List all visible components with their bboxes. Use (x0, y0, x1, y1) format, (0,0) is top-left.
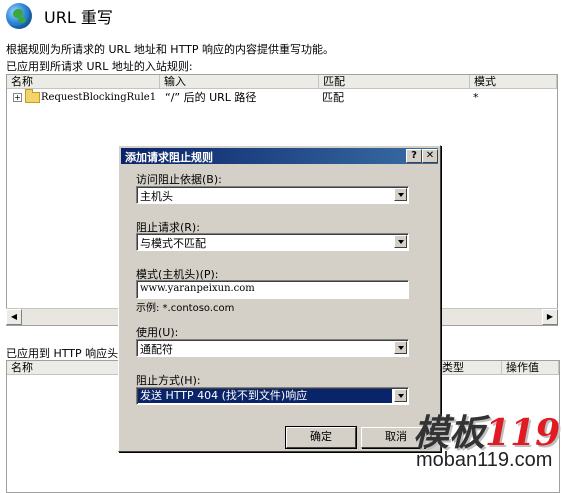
page-description: 根据规则为所请求的 URL 地址和 HTTP 响应的内容提供重写功能。 (6, 43, 334, 56)
pattern-example: 示例: *.contoso.com (136, 303, 235, 314)
chevron-down-icon[interactable] (394, 235, 407, 248)
folder-icon (25, 89, 40, 103)
how-to-block-label: 阻止方式(H): (136, 374, 201, 387)
column-header-name[interactable]: 名称 (7, 75, 160, 89)
using-dropdown[interactable]: 通配符 (136, 339, 409, 357)
ok-button[interactable]: 确定 (285, 426, 357, 449)
dialog-titlebar[interactable]: 添加请求阻止规则 ? ✕ (121, 148, 438, 164)
access-block-by-dropdown[interactable]: 主机头 (136, 186, 409, 204)
watermark-logo-number: 119 (485, 412, 561, 454)
chevron-down-icon[interactable] (394, 188, 407, 201)
column-header-match[interactable]: 匹配 (319, 75, 470, 89)
inbound-rules-label: 已应用到所请求 URL 地址的入站规则: (6, 60, 193, 73)
block-request-value: 与模式不匹配 (140, 237, 206, 250)
expand-icon[interactable]: + (13, 93, 22, 102)
page-title: URL 重写 (44, 8, 113, 27)
watermark-logo-text: 模板 (413, 412, 486, 454)
chevron-down-icon[interactable] (394, 389, 407, 402)
pattern-input-value: www.yaranpeixun.com (140, 283, 255, 294)
chevron-down-icon[interactable] (394, 341, 407, 354)
help-button[interactable]: ? (406, 149, 422, 163)
add-request-blocking-rule-dialog: 添加请求阻止规则 ? ✕ 访问阻止依据(B): 主机头 阻止请求(R): 与模式… (118, 145, 441, 452)
column-header-input[interactable]: 输入 (160, 75, 319, 89)
rule-input-cell: “/” 后的 URL 路径 (165, 91, 257, 104)
rule-pattern-cell: * (473, 91, 479, 104)
access-block-by-label: 访问阻止依据(B): (136, 173, 222, 186)
watermark-site: moban119.com (416, 449, 553, 471)
column-header-pattern[interactable]: 模式 (470, 75, 557, 89)
access-block-by-value: 主机头 (140, 190, 173, 203)
column-header-action-value[interactable]: 操作值 (502, 361, 559, 375)
block-request-dropdown[interactable]: 与模式不匹配 (136, 233, 409, 251)
scroll-right-icon[interactable]: ▶ (542, 309, 558, 325)
rule-match-cell: 匹配 (322, 91, 344, 104)
dialog-title: 添加请求阻止规则 (125, 151, 213, 164)
how-to-block-dropdown[interactable]: 发送 HTTP 404 (找不到文件)响应 (136, 387, 409, 405)
close-button[interactable]: ✕ (422, 149, 438, 163)
how-to-block-value: 发送 HTTP 404 (找不到文件)响应 (138, 389, 392, 403)
url-rewrite-globe-icon (6, 3, 32, 29)
outbound-rules-label: 已应用到 HTTP 响应头或 (6, 347, 130, 360)
rule-name-cell[interactable]: RequestBlockingRule1 (41, 91, 156, 104)
scroll-left-icon[interactable]: ◀ (6, 309, 22, 325)
using-value: 通配符 (140, 343, 173, 356)
column-header-type[interactable]: 类型 (438, 361, 502, 375)
using-label: 使用(U): (136, 326, 179, 339)
pattern-input[interactable]: www.yaranpeixun.com (136, 280, 409, 299)
